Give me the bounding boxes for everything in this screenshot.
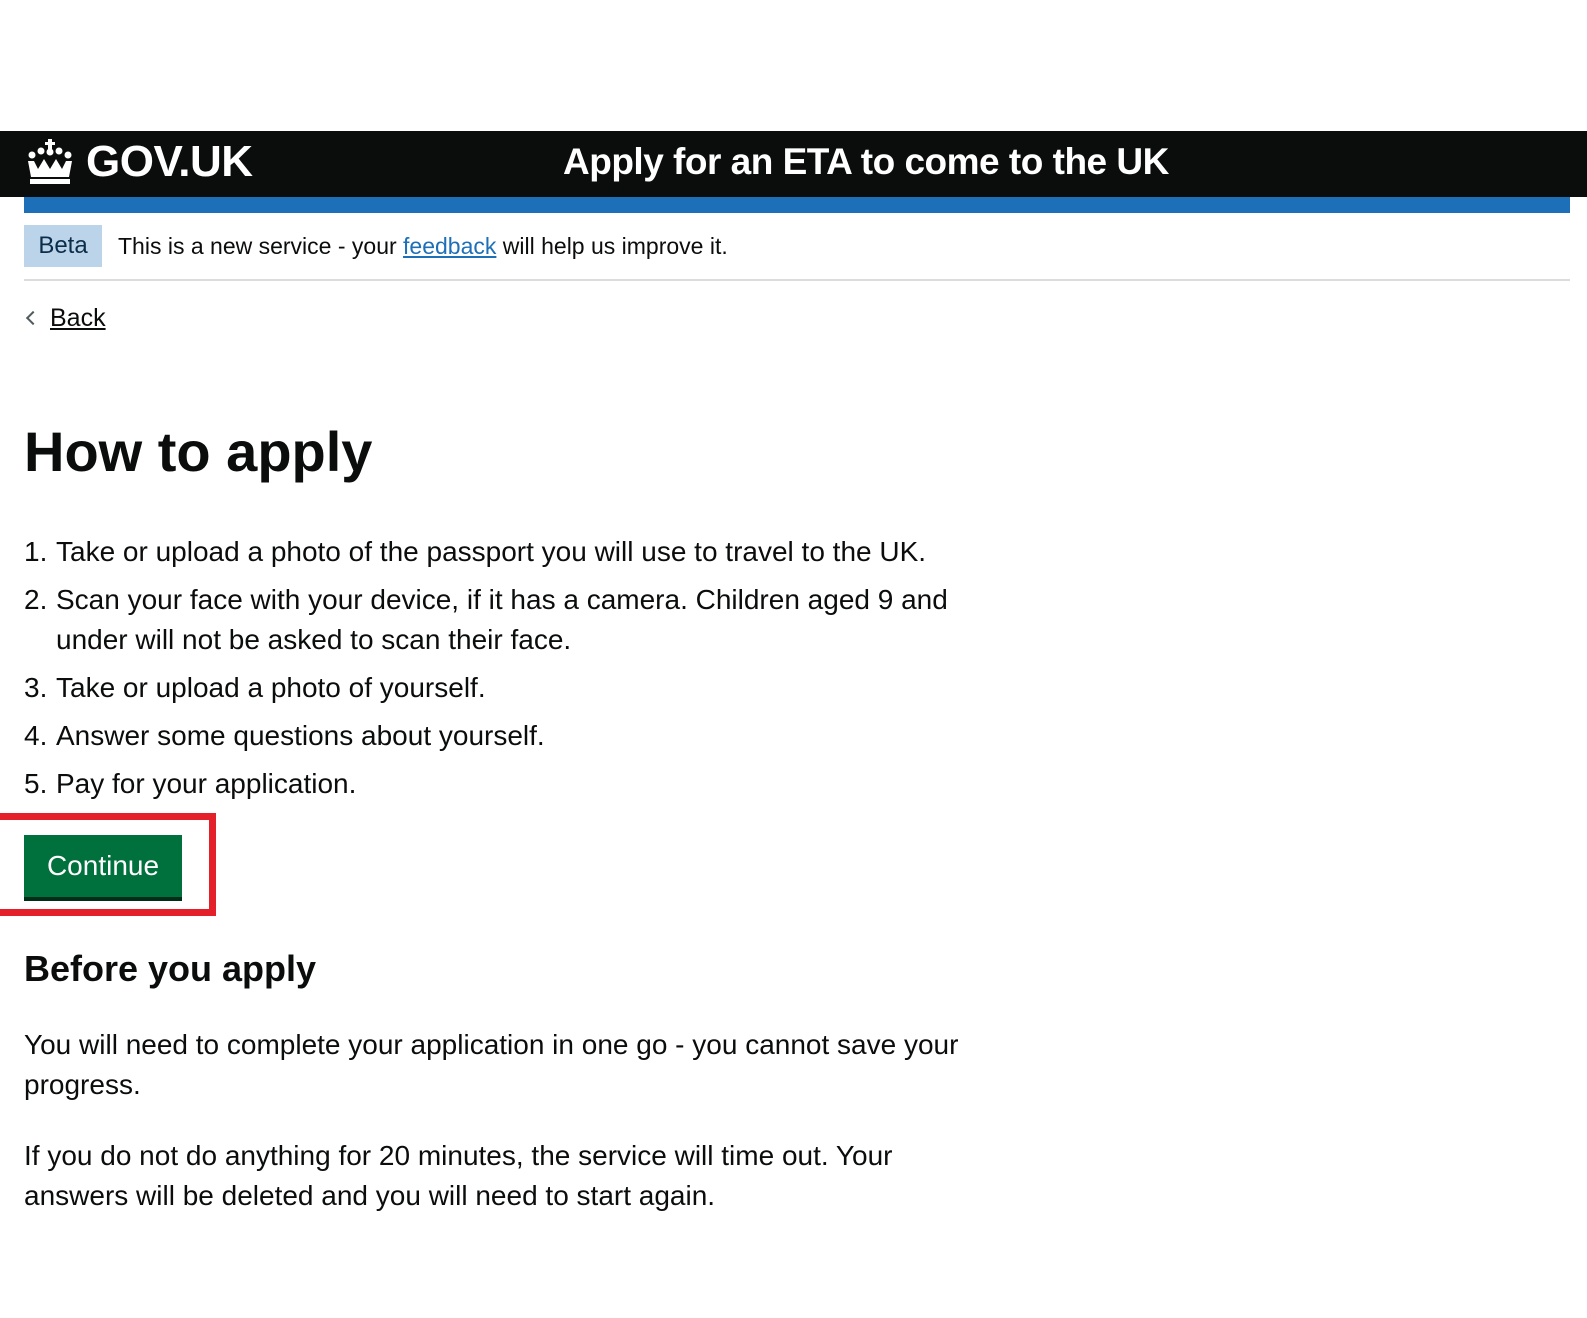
- step-number: 5.: [24, 768, 48, 799]
- step-text: Pay for your application.: [56, 768, 357, 799]
- beta-tag: Beta: [24, 225, 102, 267]
- list-item: 4. Answer some questions about yourself.: [24, 716, 1004, 756]
- step-number: 3.: [24, 672, 48, 703]
- step-number: 2.: [24, 584, 48, 615]
- step-number: 1.: [24, 536, 48, 567]
- phase-banner-text: This is a new service - your feedback wi…: [118, 225, 728, 267]
- header-blue-bar: [24, 197, 1570, 213]
- govuk-logo-link[interactable]: GOV.UK: [24, 137, 253, 187]
- step-text: Answer some questions about yourself.: [56, 720, 545, 751]
- phase-banner: Beta This is a new service - your feedba…: [24, 225, 1570, 281]
- list-item: 2. Scan your face with your device, if i…: [24, 580, 1004, 660]
- list-item: 1. Take or upload a photo of the passpor…: [24, 532, 1004, 572]
- phase-text-before: This is a new service - your: [118, 233, 404, 259]
- crown-icon: [28, 139, 72, 184]
- step-text: Take or upload a photo of yourself.: [56, 672, 486, 703]
- paragraph-timeout: If you do not do anything for 20 minutes…: [24, 1140, 893, 1211]
- continue-button[interactable]: Continue: [24, 835, 182, 897]
- site-header: GOV.UK Apply for an ETA to come to the U…: [0, 131, 1587, 197]
- page-title: How to apply: [24, 420, 373, 483]
- step-number: 4.: [24, 720, 48, 751]
- list-item: 3. Take or upload a photo of yourself.: [24, 668, 1004, 708]
- logo-text: GOV.UK: [86, 137, 253, 186]
- back-link-label: Back: [50, 303, 106, 332]
- back-link[interactable]: Back: [24, 302, 106, 334]
- step-text: Scan your face with your device, if it h…: [56, 584, 948, 655]
- step-text: Take or upload a photo of the passport y…: [56, 536, 927, 567]
- before-you-apply-heading: Before you apply: [24, 948, 317, 989]
- steps-list: 1. Take or upload a photo of the passpor…: [24, 532, 1004, 812]
- list-item: 5. Pay for your application.: [24, 764, 1004, 804]
- phase-text-after: will help us improve it.: [496, 233, 728, 259]
- service-name-link[interactable]: Apply for an ETA to come to the UK: [563, 137, 1169, 187]
- chevron-left-icon: [25, 310, 41, 326]
- feedback-link[interactable]: feedback: [403, 233, 496, 259]
- paragraph-complete-in-one-go: You will need to complete your applicati…: [24, 1029, 959, 1100]
